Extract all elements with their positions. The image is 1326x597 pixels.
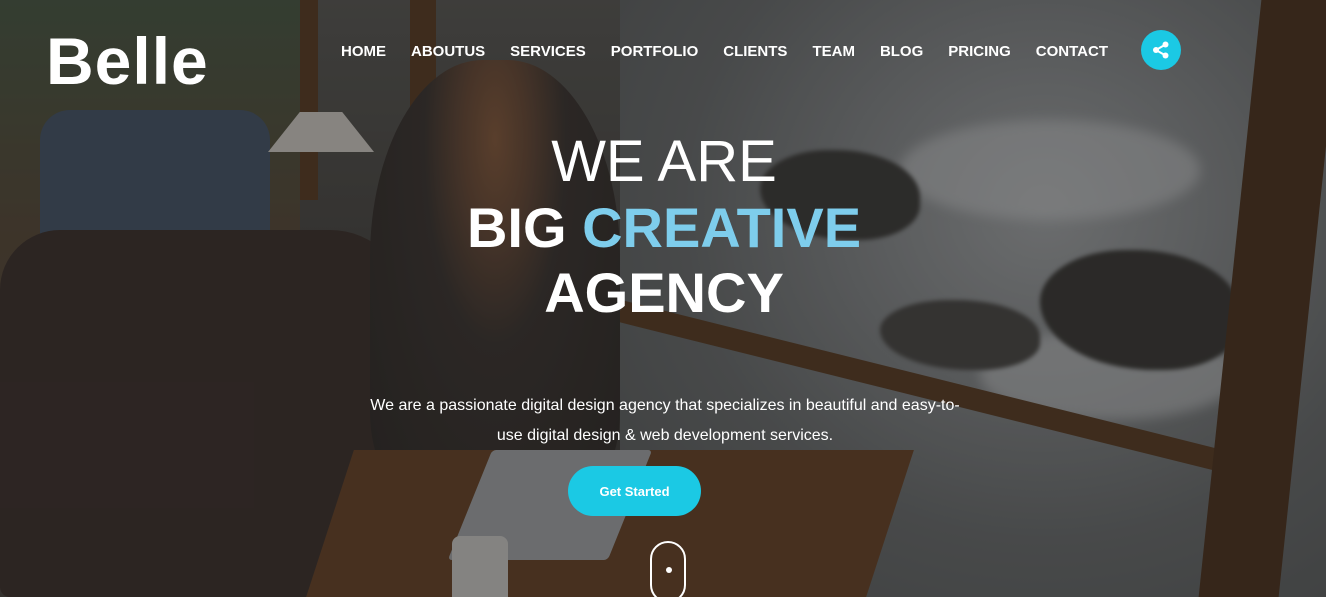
share-icon	[1153, 41, 1169, 59]
nav-item-aboutus[interactable]: ABOUTUS	[411, 43, 485, 60]
mouse-wheel-dot	[666, 567, 672, 573]
headline-line-2-prefix: BIG	[466, 196, 583, 259]
headline-line-2: BIG CREATIVE	[1, 196, 1326, 260]
headline-accent-word: CREATIVE	[582, 196, 862, 259]
hero-description: We are a passionate digital design agenc…	[370, 397, 960, 444]
nav-item-home[interactable]: HOME	[341, 43, 386, 60]
nav-item-team[interactable]: TEAM	[812, 43, 855, 60]
get-started-button[interactable]: Get Started	[568, 466, 701, 516]
brand-logo[interactable]: Belle	[46, 28, 209, 94]
headline-line-3: AGENCY	[544, 261, 784, 324]
nav-item-clients[interactable]: CLIENTS	[723, 43, 787, 60]
nav-item-pricing[interactable]: PRICING	[948, 43, 1011, 60]
hero-headline: WE ARE BIG CREATIVE AGENCY	[0, 128, 1326, 326]
share-button[interactable]	[1141, 30, 1181, 70]
nav-item-blog[interactable]: BLOG	[880, 43, 923, 60]
nav-item-contact[interactable]: CONTACT	[1036, 43, 1108, 60]
mouse-scroll-icon[interactable]	[650, 541, 686, 597]
nav-item-services[interactable]: SERVICES	[510, 43, 586, 60]
headline-line-1: WE ARE	[551, 129, 777, 194]
nav-item-portfolio[interactable]: PORTFOLIO	[611, 43, 699, 60]
main-nav: HOME ABOUTUS SERVICES PORTFOLIO CLIENTS …	[341, 43, 1133, 60]
